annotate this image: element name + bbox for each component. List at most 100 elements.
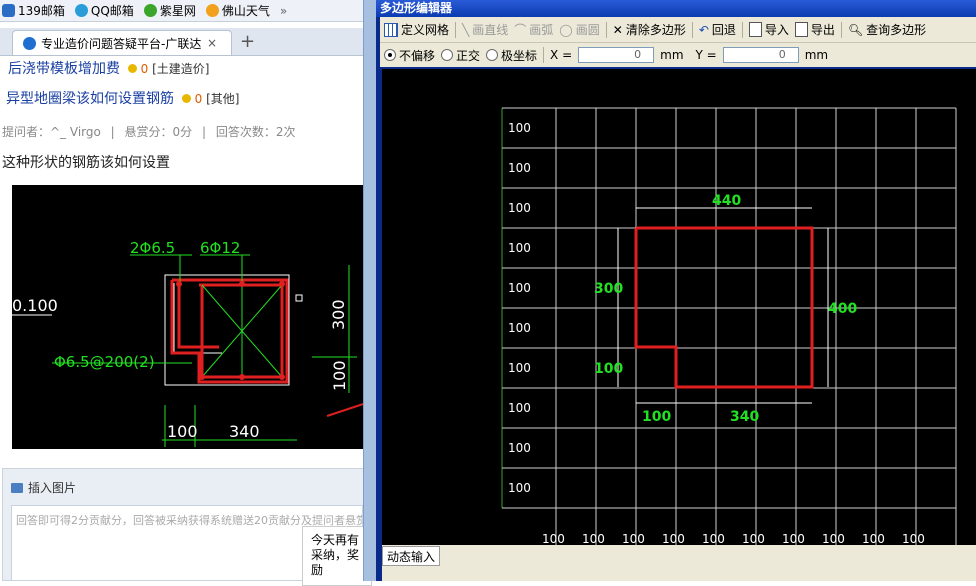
dim-100-right: 100 <box>330 360 349 391</box>
y-label: Y = <box>695 48 717 62</box>
col-label: 100 <box>742 532 765 545</box>
level-label: 0.100 <box>12 296 58 315</box>
row-label: 100 <box>508 201 531 215</box>
export-button[interactable]: 导出 <box>794 21 835 38</box>
dim-100-bottom: 100 <box>167 422 198 441</box>
coin-count: 0 <box>140 62 149 76</box>
radio-selected-icon <box>384 49 396 61</box>
dim-top: 440 <box>712 193 741 209</box>
clear-polygon-button[interactable]: ✕ 清除多边形 <box>613 21 686 38</box>
grid-svg[interactable]: 100 100 100 100 100 100 100 100 100 100 100 100 100 1… <box>382 69 976 546</box>
weather-icon <box>205 4 219 17</box>
tab-close-icon[interactable]: × <box>207 36 217 50</box>
status-bar <box>382 545 976 581</box>
no-offset-radio[interactable]: 不偏移 <box>384 47 435 64</box>
query-polygon-button[interactable]: 🔍︎ 查询多边形 <box>848 21 926 38</box>
col-label: 100 <box>622 532 645 545</box>
question-meta: 提问者：^_ Virgo | 悬赏分：0分 | 回答次数：2次 <box>2 125 296 139</box>
answer-panel: 插入图片 回答即可得2分贡献分，回答被采纳获得系统赠送20贡献分及提问者悬赏分 … <box>2 468 372 586</box>
drawing-canvas[interactable]: 100 100 100 100 100 100 100 100 100 100 100 100 100 1… <box>382 69 976 546</box>
dim-left-upper: 300 <box>594 281 623 297</box>
insert-image-button[interactable]: 插入图片 <box>11 479 76 496</box>
row-label: 100 <box>508 281 531 295</box>
dim-bottom-right: 340 <box>730 409 759 425</box>
y-input[interactable]: 0 <box>722 47 799 63</box>
row-label: 100 <box>508 121 531 135</box>
reward-note: 今天再有 采纳，奖励 <box>302 526 372 586</box>
new-tab-button[interactable]: + <box>240 31 255 52</box>
question-body: 这种形状的钢筋该如何设置 <box>2 155 170 171</box>
line-icon: ╲ <box>462 22 470 37</box>
spacing-label: Φ6.5@200(2) <box>54 353 155 371</box>
coordinate-toolbar: 不偏移 正交 极坐标 X = 0 mm Y = 0 mm <box>380 43 976 67</box>
undo-icon: ↶ <box>698 22 709 37</box>
col-label: 100 <box>662 532 685 545</box>
col-label: 100 <box>902 532 925 545</box>
section-inner <box>173 283 222 354</box>
question-category: [土建造价] <box>152 62 210 76</box>
define-grid-button[interactable]: 定义网格 <box>384 21 449 38</box>
dim-left-lower: 100 <box>594 361 623 377</box>
mail-139-icon <box>2 4 15 17</box>
import-button[interactable]: 导入 <box>748 21 789 38</box>
answer-textarea[interactable]: 回答即可得2分贡献分，回答被采纳获得系统赠送20贡献分及提问者悬赏分 今天再有 … <box>11 505 372 586</box>
undo-button[interactable]: ↶ 回退 <box>699 21 736 38</box>
more-bookmarks-icon[interactable]: » <box>280 4 287 18</box>
col-label: 100 <box>582 532 605 545</box>
bookmark-zixing[interactable]: 紫星网 <box>143 2 196 19</box>
stirrup-outer <box>170 278 289 384</box>
tab-title: 专业造价问题答疑平台-广联达 <box>41 36 201 51</box>
reward: 悬赏分：0分 <box>124 125 193 139</box>
coin-count: 0 <box>194 92 203 106</box>
orthogonal-radio[interactable]: 正交 <box>441 47 480 64</box>
qq-mail-icon <box>74 4 88 17</box>
dim-right: 400 <box>828 301 857 317</box>
editor-title: 多边形编辑器 <box>376 0 976 17</box>
draw-circle-button[interactable]: ◯ 画圆 <box>559 21 599 38</box>
row-label: 100 <box>508 481 531 495</box>
dim-340: 340 <box>229 422 260 441</box>
image-icon <box>11 482 23 493</box>
x-label: X = <box>550 48 573 62</box>
x-input[interactable]: 0 <box>578 47 655 63</box>
cad-drawing: 2Φ6.5 6Φ12 0.100 Φ6.5@200(2) 300 100 100… <box>12 239 357 447</box>
bar-label: 6Φ12 <box>200 239 240 257</box>
row-label: 100 <box>508 401 531 415</box>
stirrup-hook <box>177 285 219 349</box>
browser-tab[interactable]: 专业造价问题答疑平台-广联达 × <box>12 30 232 55</box>
close-icon: ✕ <box>612 22 623 37</box>
dynamic-input-tab[interactable]: 动态输入 <box>382 546 440 566</box>
col-label: 100 <box>822 532 845 545</box>
import-icon <box>748 22 762 37</box>
polar-radio[interactable]: 极坐标 <box>486 47 537 64</box>
bookmarks-bar: 139邮箱 QQ邮箱 紫星网 佛山天气 » <box>0 0 366 22</box>
bookmark-qq-mail[interactable]: QQ邮箱 <box>74 2 134 19</box>
stirrup-label: 2Φ6.5 <box>130 239 175 257</box>
circle-icon: ◯ <box>559 22 573 37</box>
coin-icon <box>127 64 137 73</box>
question-category: [其他] <box>206 92 240 106</box>
question-item-2[interactable]: 异型地圈梁该如何设置钢筋 0 [其他] <box>6 88 240 108</box>
export-icon <box>794 22 808 37</box>
coin-icon <box>181 94 191 103</box>
question-link[interactable]: 异型地圈梁该如何设置钢筋 <box>6 91 174 107</box>
draw-line-button[interactable]: ╲ 画直线 <box>462 21 508 38</box>
search-icon: 🔍︎ <box>847 22 864 37</box>
radio-icon <box>441 49 454 61</box>
bookmark-foshan-weather[interactable]: 佛山天气 <box>205 2 270 19</box>
arc-icon: ⌒ <box>514 23 527 37</box>
col-label: 100 <box>782 532 805 545</box>
asker: 提问者：^_ Virgo <box>2 125 101 139</box>
col-label: 100 <box>542 532 565 545</box>
bookmark-139-mail[interactable]: 139邮箱 <box>2 2 65 19</box>
site-favicon-icon <box>23 36 36 50</box>
row-label: 100 <box>508 441 531 455</box>
question-item-1[interactable]: 后浇带模板增加费 0 [土建造价] <box>8 58 210 78</box>
window-divider <box>363 0 376 581</box>
draw-arc-button[interactable]: ⌒ 画弧 <box>514 21 553 38</box>
cad-drawing-image: 2Φ6.5 6Φ12 0.100 Φ6.5@200(2) 300 100 100… <box>12 185 363 449</box>
play-icon <box>143 4 157 17</box>
row-label: 100 <box>508 361 531 375</box>
x-unit: mm <box>660 48 684 62</box>
question-link[interactable]: 后浇带模板增加费 <box>8 61 120 77</box>
